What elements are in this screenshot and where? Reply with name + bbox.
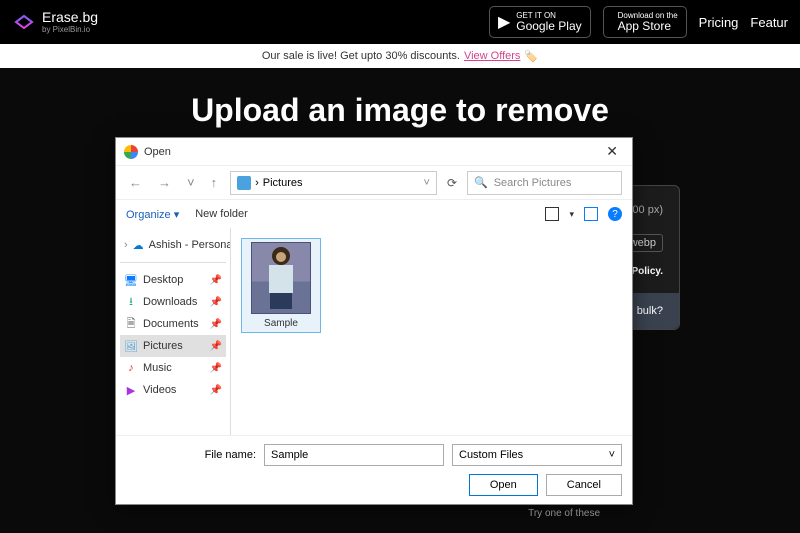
- view-mode-button[interactable]: [545, 207, 559, 221]
- help-icon[interactable]: ?: [608, 207, 622, 221]
- refresh-button[interactable]: ⟳: [447, 176, 457, 190]
- app-store-button[interactable]: Download on theApp Store: [603, 6, 687, 38]
- pin-icon: 📌: [210, 319, 222, 330]
- pin-icon: 📌: [210, 297, 222, 308]
- hero-section: Upload an image to remove: [0, 68, 800, 129]
- breadcrumb[interactable]: Pictures: [263, 177, 303, 189]
- thumbnail-label: Sample: [264, 318, 298, 329]
- back-button[interactable]: ←: [126, 175, 145, 190]
- desktop-icon: 🖥: [124, 273, 138, 287]
- filetype-select[interactable]: Custom Files˅: [452, 444, 622, 466]
- recent-dropdown[interactable]: ˅: [184, 175, 198, 190]
- up-button[interactable]: ↑: [208, 175, 221, 190]
- brand-logo[interactable]: Erase.bg by PixelBin.io: [12, 10, 98, 34]
- google-play-icon: ▶: [498, 12, 510, 32]
- dialog-footer: File name: Custom Files˅ Open Cancel: [116, 435, 632, 504]
- address-bar[interactable]: › Pictures ˅: [230, 171, 437, 195]
- file-open-dialog: Open ✕ ← → ˅ ↑ › Pictures ˅ ⟳ 🔍 Search P…: [115, 137, 633, 505]
- tree-onedrive[interactable]: › ☁ Ashish - Persona: [120, 234, 226, 256]
- app-header: Erase.bg by PixelBin.io ▶ GET IT ONGoogl…: [0, 0, 800, 44]
- tag-icon: 🏷️: [524, 50, 538, 63]
- promo-text: Our sale is live! Get upto 30% discounts…: [262, 50, 460, 62]
- filename-label: File name:: [126, 449, 256, 461]
- chevron-right-icon: ›: [124, 239, 128, 251]
- brand-tagline: by PixelBin.io: [42, 26, 98, 34]
- breadcrumb-sep: ›: [255, 177, 259, 189]
- downloads-icon: ⭳: [124, 295, 138, 309]
- filename-input[interactable]: [264, 444, 444, 466]
- organize-button[interactable]: Organize ▾: [126, 208, 179, 221]
- search-icon: 🔍: [474, 176, 488, 189]
- tree-downloads[interactable]: ⭳Downloads📌: [120, 291, 226, 313]
- dialog-title-bar: Open ✕: [116, 138, 632, 166]
- nav-toolbar: ← → ˅ ↑ › Pictures ˅ ⟳ 🔍 Search Pictures: [116, 166, 632, 200]
- chevron-down-icon[interactable]: ˅: [424, 177, 430, 189]
- pin-icon: 📌: [210, 363, 222, 374]
- chrome-icon: [124, 145, 138, 159]
- documents-icon: 🗎: [124, 317, 138, 331]
- thumbnail-image: [251, 242, 311, 314]
- promo-bar: Our sale is live! Get upto 30% discounts…: [0, 44, 800, 68]
- nav-pricing[interactable]: Pricing: [699, 15, 739, 30]
- tree-music[interactable]: ♪Music📌: [120, 357, 226, 379]
- pictures-folder-icon: 🖼: [124, 339, 138, 353]
- search-input[interactable]: 🔍 Search Pictures: [467, 171, 622, 195]
- organize-toolbar: Organize ▾ New folder ▾ ?: [116, 200, 632, 228]
- folder-tree: › ☁ Ashish - Persona 🖥Desktop📌 ⭳Download…: [116, 228, 231, 435]
- try-samples-label: Try one of these: [528, 508, 600, 519]
- google-play-button[interactable]: ▶ GET IT ONGoogle Play: [489, 6, 591, 38]
- tree-videos[interactable]: ▶Videos📌: [120, 379, 226, 401]
- page-title: Upload an image to remove: [0, 92, 800, 129]
- forward-button[interactable]: →: [155, 175, 174, 190]
- nav-features[interactable]: Featur: [750, 15, 788, 30]
- file-thumb-sample[interactable]: Sample: [241, 238, 321, 333]
- cancel-button[interactable]: Cancel: [546, 474, 622, 496]
- pictures-icon: [237, 176, 251, 190]
- preview-pane-button[interactable]: [584, 207, 598, 221]
- chevron-down-icon: ˅: [609, 449, 615, 461]
- music-icon: ♪: [124, 361, 138, 375]
- tree-documents[interactable]: 🗎Documents📌: [120, 313, 226, 335]
- brand-name: Erase.bg: [42, 10, 98, 24]
- file-list[interactable]: Sample: [231, 228, 632, 435]
- search-placeholder: Search Pictures: [494, 177, 572, 189]
- pin-icon: 📌: [210, 385, 222, 396]
- logo-icon: [12, 10, 36, 34]
- dialog-title: Open: [144, 146, 171, 158]
- pin-icon: 📌: [210, 275, 222, 286]
- tree-pictures[interactable]: 🖼Pictures📌: [120, 335, 226, 357]
- close-button[interactable]: ✕: [600, 143, 624, 160]
- pin-icon: 📌: [210, 341, 222, 352]
- view-dropdown[interactable]: ▾: [569, 209, 574, 220]
- tree-desktop[interactable]: 🖥Desktop📌: [120, 269, 226, 291]
- new-folder-button[interactable]: New folder: [195, 208, 248, 220]
- videos-icon: ▶: [124, 383, 138, 397]
- promo-link[interactable]: View Offers: [464, 50, 520, 62]
- open-button[interactable]: Open: [469, 474, 538, 496]
- onedrive-icon: ☁: [133, 238, 144, 252]
